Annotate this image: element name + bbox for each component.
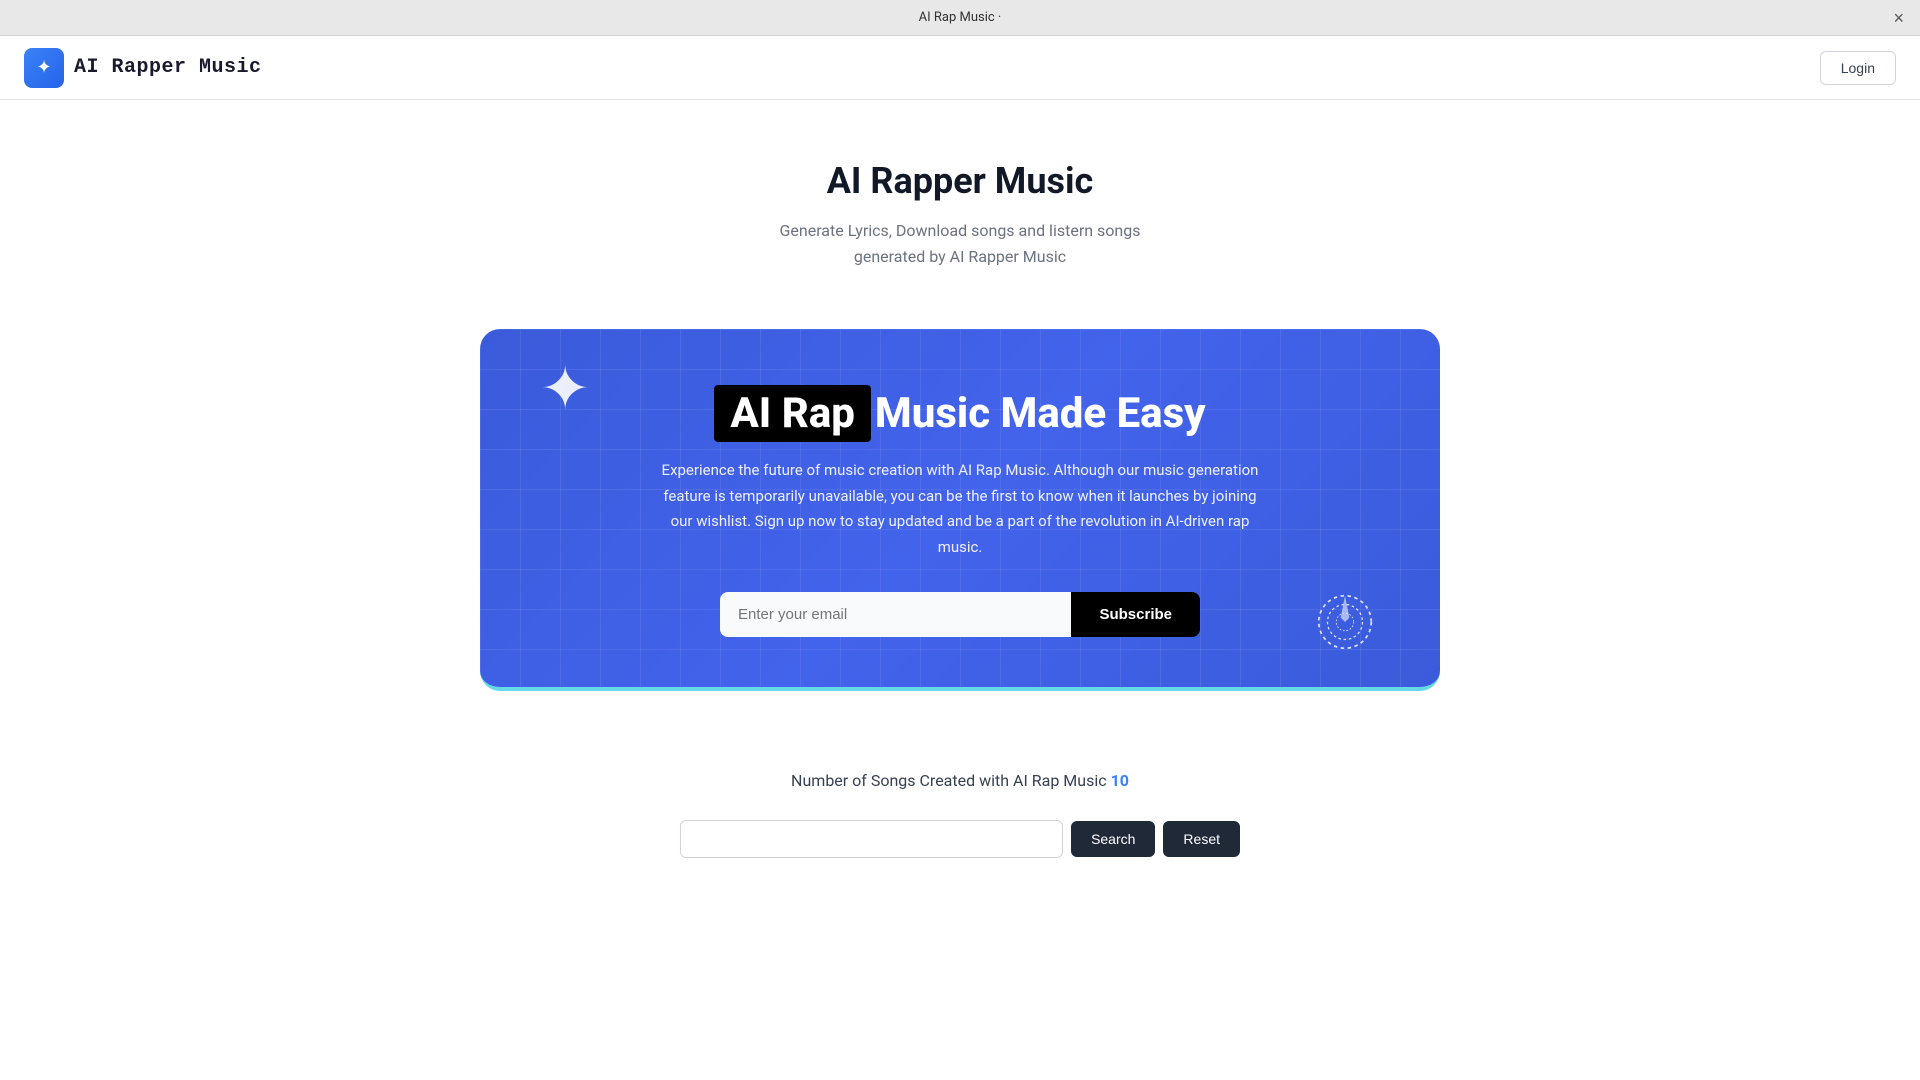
songs-count-label: Number of Songs Created with AI Rap Musi… xyxy=(791,771,1107,790)
search-button[interactable]: Search xyxy=(1071,821,1155,857)
search-input[interactable] xyxy=(680,820,1063,858)
navbar-brand: ✦ AI Rapper Music xyxy=(24,48,262,88)
email-input[interactable] xyxy=(720,592,1071,637)
card-title-normal: Music Made Easy xyxy=(875,389,1206,438)
browser-title: AI Rap Music · xyxy=(919,10,1002,25)
hero-subtitle-line2: generated by AI Rapper Music xyxy=(854,247,1066,266)
hero-subtitle: Generate Lyrics, Download songs and list… xyxy=(20,218,1900,269)
email-form: Subscribe xyxy=(720,592,1200,637)
reset-button[interactable]: Reset xyxy=(1163,821,1240,857)
search-section: Search Reset xyxy=(660,820,1260,898)
card-title-highlighted: AI Rap xyxy=(714,385,871,442)
browser-close-button[interactable]: × xyxy=(1893,9,1904,27)
songs-count-number: 10 xyxy=(1111,771,1129,790)
songs-count-section: Number of Songs Created with AI Rap Musi… xyxy=(0,711,1920,820)
login-button[interactable]: Login xyxy=(1820,51,1896,85)
navbar: ✦ AI Rapper Music Login xyxy=(0,36,1920,100)
app-container: ✦ AI Rapper Music Login AI Rapper Music … xyxy=(0,36,1920,1080)
logo-icon: ✦ xyxy=(36,57,51,78)
hero-section: AI Rapper Music Generate Lyrics, Downloa… xyxy=(0,100,1920,309)
songs-count-text: Number of Songs Created with AI Rap Musi… xyxy=(20,771,1900,790)
card-title: AI Rap Music Made Easy xyxy=(520,389,1400,438)
card-description: Experience the future of music creation … xyxy=(660,458,1260,560)
brand-name: AI Rapper Music xyxy=(74,56,262,79)
browser-bar: AI Rap Music · × xyxy=(0,0,1920,36)
spin-decoration xyxy=(1310,587,1380,657)
search-form: Search Reset xyxy=(680,820,1240,858)
subscribe-button[interactable]: Subscribe xyxy=(1071,592,1200,637)
blue-card: ✦ AI Rap Music Made Easy Experience the … xyxy=(480,329,1440,691)
brand-logo: ✦ xyxy=(24,48,64,88)
hero-subtitle-line1: Generate Lyrics, Download songs and list… xyxy=(779,221,1140,240)
hero-title: AI Rapper Music xyxy=(20,160,1900,202)
